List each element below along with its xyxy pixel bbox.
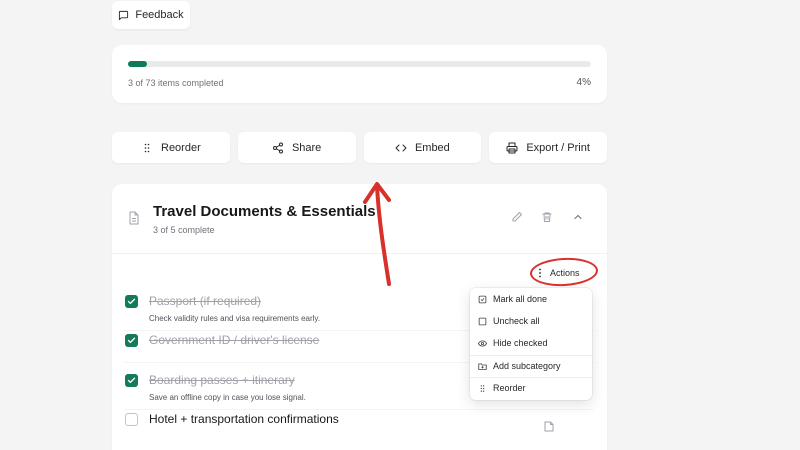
toolbar: Reorder Share Embed Export / Print [112, 132, 607, 163]
chevron-up-icon[interactable] [572, 211, 584, 223]
category-progress: 3 of 5 complete [153, 225, 215, 235]
embed-label: Embed [414, 141, 450, 154]
menu-item-label: Add subcategory [493, 361, 561, 371]
progress-percent: 4% [576, 77, 591, 88]
annotation-arrow [363, 182, 391, 286]
progress-fill [128, 61, 147, 67]
export-print-button[interactable]: Export / Print [489, 132, 607, 163]
item-note: Save an offline copy in case you lose si… [149, 393, 306, 402]
menu-item-uncheck-all[interactable]: Uncheck all [478, 312, 584, 330]
menu-divider [470, 377, 592, 378]
progress-label: 3 of 73 items completed [128, 78, 224, 88]
message-square-icon [119, 10, 129, 20]
menu-item-mark-all-done[interactable]: Mark all done [478, 290, 584, 308]
pencil-icon[interactable] [511, 211, 523, 223]
progress-bar [128, 61, 591, 67]
note-icon[interactable] [544, 421, 554, 432]
grip-icon [480, 384, 485, 392]
folder-plus-icon [478, 362, 487, 370]
eye-icon [478, 339, 487, 347]
square-check-icon [478, 295, 487, 303]
feedback-button[interactable]: Feedback [112, 1, 190, 29]
item-checkbox[interactable] [125, 374, 138, 387]
printer-icon [506, 142, 518, 153]
export-print-label: Export / Print [526, 141, 590, 154]
menu-item-hide-checked[interactable]: Hide checked [478, 334, 584, 352]
share-button[interactable]: Share [237, 132, 356, 163]
item-checkbox[interactable] [125, 413, 138, 426]
item-title[interactable]: Government ID / driver's license [149, 333, 319, 347]
code-icon [395, 144, 407, 151]
menu-item-reorder[interactable]: Reorder [478, 379, 584, 397]
check-icon [127, 337, 136, 344]
item-title[interactable]: Hotel + transportation confirmations [149, 412, 339, 426]
category-title: Travel Documents & Essentials [153, 203, 376, 220]
actions-menu: Mark all done Uncheck all Hide checked A… [470, 288, 592, 400]
share-icon [272, 142, 283, 153]
menu-item-label: Hide checked [493, 338, 548, 348]
trash-icon[interactable] [541, 211, 553, 223]
item-checkbox[interactable] [125, 334, 138, 347]
item-note: Check validity rules and visa requiremen… [149, 314, 321, 323]
item-title[interactable]: Passport (if required) [149, 294, 261, 308]
check-icon [127, 377, 136, 384]
reorder-button[interactable]: Reorder [112, 132, 230, 163]
row-divider [124, 409, 594, 410]
grip-icon [144, 143, 150, 152]
menu-item-label: Reorder [493, 383, 526, 393]
share-label: Share [291, 141, 322, 154]
item-checkbox[interactable] [125, 295, 138, 308]
menu-item-label: Uncheck all [493, 316, 540, 326]
menu-divider [470, 355, 592, 356]
menu-item-add-subcategory[interactable]: Add subcategory [478, 357, 584, 375]
reorder-label: Reorder [161, 141, 201, 154]
menu-item-label: Mark all done [493, 294, 548, 304]
square-icon [478, 317, 487, 325]
embed-button[interactable]: Embed [363, 132, 482, 163]
file-text-icon [129, 211, 139, 225]
check-icon [127, 298, 136, 305]
feedback-label: Feedback [135, 9, 184, 21]
item-title[interactable]: Boarding passes + itinerary [149, 373, 295, 387]
progress-card: 3 of 73 items completed 4% [112, 45, 607, 103]
